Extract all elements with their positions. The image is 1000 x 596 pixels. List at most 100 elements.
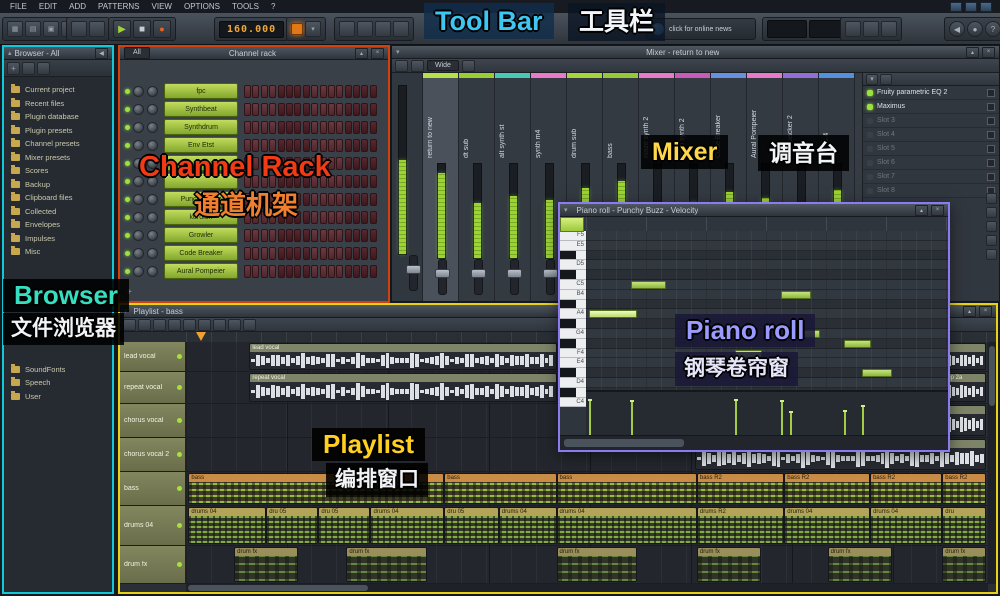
link-icon[interactable] [411,60,424,72]
mixer-view-icon[interactable]: ▣ [43,21,59,37]
piano-roll-corner-widget[interactable] [560,217,584,232]
pattern-clip[interactable]: drum fx [697,547,761,582]
step-button[interactable] [353,103,360,116]
track-name[interactable]: bass [120,472,186,505]
fx-slot-led[interactable] [867,118,873,124]
pattern-clip[interactable]: drums 04 [188,507,266,544]
step-button[interactable] [244,265,251,278]
fx-slot[interactable]: Slot 8 [863,184,999,198]
piano-key[interactable]: F4 [560,349,586,359]
step-button[interactable] [353,85,360,98]
mute-tool-icon[interactable] [168,319,181,331]
step-button[interactable] [353,175,360,188]
step-button[interactable] [353,157,360,170]
step-button[interactable] [361,247,368,260]
step-button[interactable] [269,229,276,242]
pattern-clip[interactable]: bass R2 [870,473,942,504]
step-button[interactable] [252,265,259,278]
step-button[interactable] [345,121,352,134]
step-button[interactable] [336,265,343,278]
track-mute-led[interactable] [177,385,182,390]
step-button[interactable] [261,265,268,278]
step-button[interactable] [328,229,335,242]
detach-icon[interactable]: ▴ [355,48,368,59]
step-button[interactable] [336,103,343,116]
step-button[interactable] [370,193,377,206]
step-button[interactable] [269,265,276,278]
playlist-view-icon[interactable]: ▦ [7,21,23,37]
track-mute-led[interactable] [177,452,182,457]
fx-slot[interactable]: Slot 5 [863,142,999,156]
step-button[interactable] [345,175,352,188]
step-button[interactable] [294,139,301,152]
step-button[interactable] [278,121,285,134]
close-icon[interactable]: × [931,205,944,216]
piano-key[interactable]: D5 [560,260,586,270]
volume-fader[interactable] [474,259,483,295]
channel-mute-led[interactable] [125,233,130,238]
channel-pan-knob[interactable] [133,122,144,133]
fx-slot-checkbox[interactable] [987,145,995,153]
piano-key[interactable] [560,319,586,329]
note[interactable] [631,281,666,289]
zoom-tool-icon[interactable] [228,319,241,331]
piano-key[interactable] [560,339,586,349]
step-button[interactable] [278,103,285,116]
note[interactable] [862,369,892,377]
step-button[interactable] [336,157,343,170]
step-button[interactable] [328,85,335,98]
step-button[interactable] [361,193,368,206]
channel-button[interactable]: Synthdrum [164,119,238,135]
track-lane[interactable]: drums 04dru 05dru 05drums 04dru 05drums … [186,506,988,545]
step-button[interactable] [336,85,343,98]
channel-mute-led[interactable] [125,179,130,184]
track-mute-led[interactable] [177,562,182,567]
track-lane[interactable]: drum fxdrum fxdrum fxdrum fxdrum fxdrum … [186,546,988,583]
fx-slot-led[interactable] [867,104,873,110]
menu-edit[interactable]: EDIT [33,0,63,13]
track-name[interactable]: chorus vocal [120,404,186,437]
wait-icon[interactable] [375,21,391,37]
track-lane[interactable]: bassbassbassbass R2bass R2bass R2bass R2 [186,472,988,505]
velocity-stem[interactable] [735,401,737,436]
step-button[interactable] [353,139,360,152]
browser-item[interactable]: Scores [4,164,112,178]
close-icon[interactable]: × [371,48,384,59]
channel-volume-knob[interactable] [147,230,158,241]
step-button[interactable] [286,247,293,260]
recording-mode-icon[interactable]: ● [967,21,983,37]
fader-knob[interactable] [471,269,486,278]
pattern-clip[interactable]: drum fx [234,547,298,582]
side-icon-4[interactable] [986,235,997,246]
refresh-icon[interactable] [22,62,35,75]
note[interactable] [844,340,871,348]
channel-mute-led[interactable] [125,197,130,202]
record-button[interactable]: ● [153,20,171,38]
mixer-track[interactable]: dt sub [459,73,495,301]
side-icon-5[interactable] [986,249,997,260]
step-button[interactable] [269,121,276,134]
pattern-clip[interactable]: drum fx [346,547,426,582]
step-button[interactable] [336,139,343,152]
channel-volume-knob[interactable] [147,104,158,115]
track-mute-led[interactable] [177,354,182,359]
piano-key[interactable] [560,388,586,398]
step-button[interactable] [328,103,335,116]
piano-roll-menu-icon[interactable]: ▾ [564,207,568,214]
menu-tools[interactable]: TOOLS [226,0,265,13]
fx-slot-led[interactable] [867,188,873,194]
step-button[interactable] [361,157,368,170]
piano-key[interactable]: E4 [560,358,586,368]
step-button[interactable] [252,85,259,98]
fader-knob[interactable] [543,269,558,278]
channel-pan-knob[interactable] [133,194,144,205]
mixer-options-icon[interactable] [395,60,408,72]
track-name[interactable]: drum fx [120,546,186,583]
step-button[interactable] [244,139,251,152]
piano-key[interactable] [560,300,586,310]
step-button[interactable] [303,211,310,224]
monitor-icon[interactable] [950,2,962,12]
step-button[interactable] [320,103,327,116]
mixer-track[interactable]: return to new [423,73,459,301]
detach-icon[interactable]: ▴ [963,306,976,317]
